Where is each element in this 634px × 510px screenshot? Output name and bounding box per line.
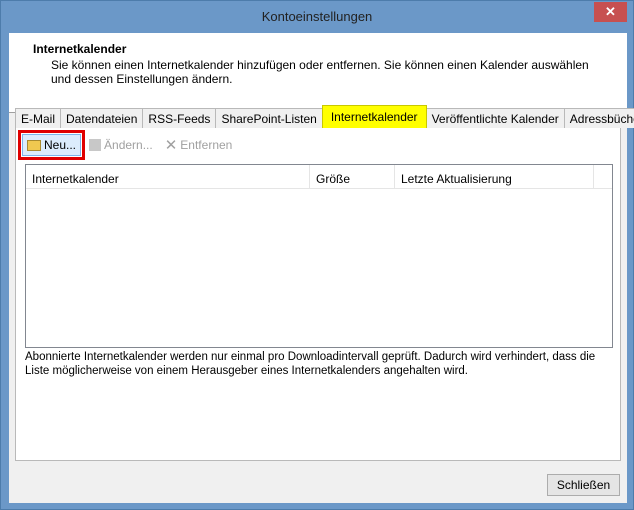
tab-internet-calendars[interactable]: Internetkalender	[321, 105, 427, 128]
header: Internetkalender Sie können einen Intern…	[9, 33, 627, 113]
new-button[interactable]: Neu...	[17, 130, 86, 160]
remove-label: Entfernen	[180, 138, 233, 152]
toolbar: Neu... Ändern... ✕ Entfernen	[17, 130, 237, 160]
tab-data-files[interactable]: Datendateien	[60, 108, 144, 128]
tab-strip: E-Mail Datendateien RSS-Feeds SharePoint…	[15, 105, 634, 128]
list-header: Internetkalender Größe Letzte Aktualisie…	[26, 165, 612, 189]
edit-button[interactable]: Ändern...	[85, 134, 157, 156]
remove-icon: ✕	[164, 137, 178, 154]
column-header-name[interactable]: Internetkalender	[26, 165, 310, 188]
header-title: Internetkalender	[33, 42, 127, 56]
close-icon[interactable]: ✕	[594, 2, 627, 22]
column-header-updated[interactable]: Letzte Aktualisierung	[395, 165, 594, 188]
new-label: Neu...	[44, 138, 77, 152]
column-header-size[interactable]: Größe	[310, 165, 395, 188]
tab-address-books[interactable]: Adressbücher	[563, 108, 634, 128]
dialog-window: Kontoeinstellungen ✕ Internetkalender Si…	[0, 0, 634, 510]
new-calendar-icon	[27, 139, 41, 151]
close-button[interactable]: Schließen	[547, 474, 620, 496]
tab-panel: Neu... Ändern... ✕ Entfernen Internetkal…	[15, 127, 621, 461]
calendar-list[interactable]: Internetkalender Größe Letzte Aktualisie…	[25, 164, 613, 348]
tab-published-calendars[interactable]: Veröffentlichte Kalender	[425, 108, 565, 128]
info-note: Abonnierte Internetkalender werden nur e…	[25, 351, 596, 377]
remove-button[interactable]: ✕ Entfernen	[161, 134, 237, 156]
tab-rss-feeds[interactable]: RSS-Feeds	[142, 108, 217, 128]
header-description: Sie können einen Internetkalender hinzuf…	[51, 58, 589, 86]
edit-icon	[89, 139, 102, 151]
tab-email[interactable]: E-Mail	[15, 108, 62, 128]
edit-label: Ändern...	[104, 138, 153, 152]
tab-sharepoint[interactable]: SharePoint-Listen	[215, 108, 323, 128]
dialog-client: Internetkalender Sie können einen Intern…	[9, 33, 634, 503]
window-title: Kontoeinstellungen	[261, 9, 373, 24]
